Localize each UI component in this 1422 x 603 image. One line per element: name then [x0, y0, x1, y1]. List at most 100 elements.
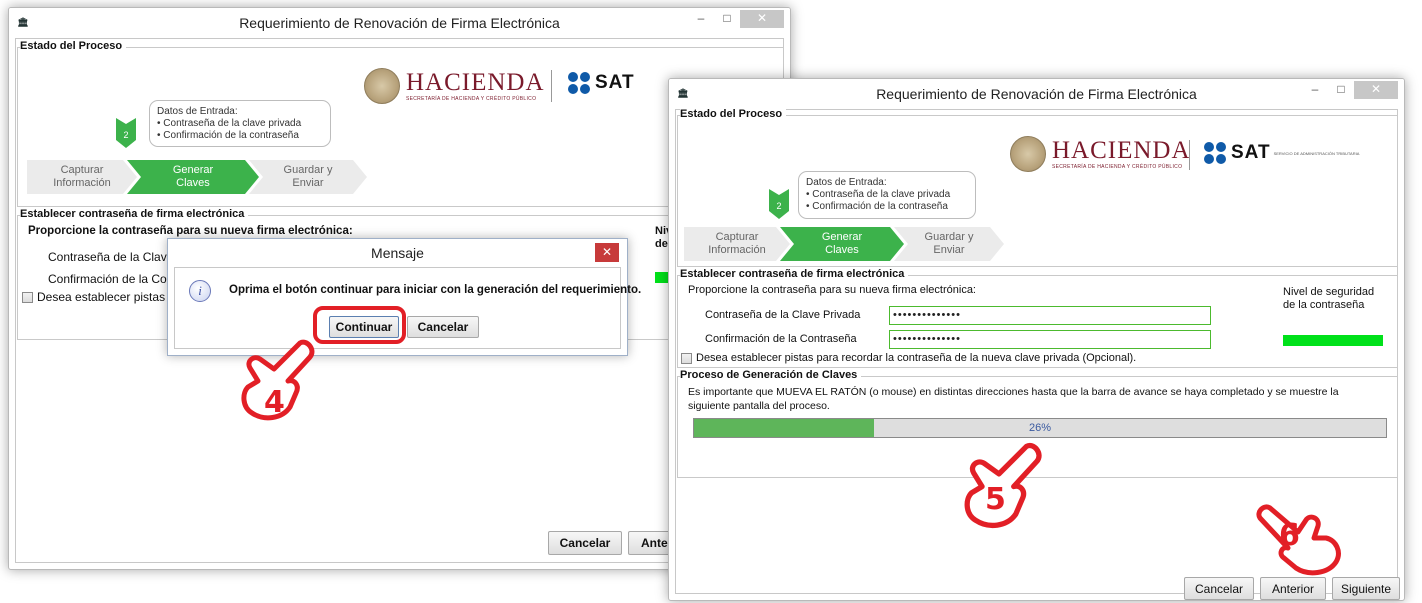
checkbox-label: Desea establecer pistas p	[37, 290, 176, 304]
cancelar-button[interactable]: Cancelar	[407, 316, 479, 338]
confirm-password-field[interactable]: ••••••••••••••	[889, 330, 1211, 349]
callout-item: Confirmación de la contraseña	[157, 130, 323, 142]
hacienda-logo: HACIENDA SECRETARÍA DE HACIENDA Y CRÉDIT…	[364, 68, 545, 104]
sat-dots-icon	[1204, 142, 1226, 164]
step-label: Guardar y	[283, 164, 333, 176]
step-generar: Generar Claves	[780, 227, 904, 261]
prompt-text: Proporcione la contraseña para su nueva …	[688, 284, 976, 296]
hacienda-subtitle: SECRETARÍA DE HACIENDA Y CRÉDITO PÚBLICO	[406, 96, 537, 102]
pistas-checkbox[interactable]: Desea establecer pistas para recordar la…	[681, 352, 1136, 364]
step-label: Información	[53, 177, 111, 189]
step-marker-icon: 2	[769, 189, 789, 219]
maximize-icon[interactable]: □	[714, 10, 740, 28]
sat-word: SAT	[595, 72, 635, 93]
nivel-label: de	[655, 238, 668, 250]
maximize-icon[interactable]: □	[1328, 81, 1354, 99]
svg-text:2: 2	[776, 201, 781, 211]
step-capturar: Capturar Información	[27, 160, 137, 194]
titlebar[interactable]: 🏛 Requerimiento de Renovación de Firma E…	[669, 79, 1404, 109]
step-label: Enviar	[292, 177, 324, 189]
close-icon[interactable]: ✕	[1354, 81, 1398, 99]
step-label: Generar	[821, 231, 863, 243]
step-guardar: Guardar y Enviar	[894, 227, 1004, 261]
step-5-label: 5	[985, 482, 1006, 517]
step-6-label: 6	[1279, 518, 1300, 553]
dialog-title[interactable]: Mensaje	[168, 239, 627, 267]
callout-item: Contraseña de la clave privada	[157, 118, 323, 130]
siguiente-button[interactable]: Siguiente	[1332, 577, 1400, 600]
label-confirm: Confirmación de la Cont	[48, 272, 177, 286]
step-label: Capturar	[60, 164, 104, 176]
sat-subtitle: SERVICIO DE ADMINISTRACIÓN TRIBUTARIA	[1273, 150, 1360, 156]
pistas-checkbox[interactable]: Desea establecer pistas p	[22, 290, 175, 304]
app-icon: 🏛	[17, 17, 29, 27]
logo-separator	[551, 70, 552, 102]
checkbox-box[interactable]	[681, 352, 692, 364]
step-label: Claves	[825, 244, 859, 256]
callout-item: Contraseña de la clave privada	[806, 189, 968, 201]
step-label: Guardar y	[924, 231, 974, 243]
anterior-button[interactable]: Anterior	[1260, 577, 1326, 600]
window-title: Requerimiento de Renovación de Firma Ele…	[876, 86, 1197, 102]
step-capturar: Capturar Información	[684, 227, 790, 261]
app-icon: 🏛	[677, 88, 689, 98]
step-label: Información	[708, 244, 766, 256]
strength-meter	[1283, 335, 1383, 346]
pointing-hand-icon	[1256, 504, 1341, 576]
label-clave: Contraseña de la Clave Privada	[705, 309, 861, 321]
label-confirm: Confirmación de la Contraseña	[705, 333, 857, 345]
step-generar: Generar Claves	[127, 160, 259, 194]
proceso-text: Es importante que MUEVA EL RATÓN (o mous…	[688, 386, 1339, 398]
establecer-legend: Establecer contraseña de firma electróni…	[20, 208, 249, 220]
checkbox-box[interactable]	[22, 291, 33, 303]
nivel-label: de la contraseña	[1283, 299, 1365, 311]
step-guardar: Guardar y Enviar	[249, 160, 367, 194]
cancel-button[interactable]: Cancelar	[1184, 577, 1254, 600]
checkbox-label: Desea establecer pistas para recordar la…	[696, 352, 1137, 364]
prompt-text: Proporcione la contraseña para su nueva …	[28, 225, 353, 237]
estado-proceso-legend: Estado del Proceso	[680, 108, 787, 120]
label-clave: Contraseña de la Clave	[48, 250, 174, 264]
step-marker-icon: 2	[116, 118, 136, 148]
sat-dots-icon	[568, 72, 590, 94]
info-icon: i	[189, 280, 211, 302]
seal-icon	[364, 68, 400, 104]
progress-bar: 26%	[693, 418, 1387, 438]
step-label: Enviar	[933, 244, 965, 256]
close-icon[interactable]: ✕	[595, 243, 619, 262]
callout-title: Datos de Entrada:	[806, 177, 887, 188]
window-title: Requerimiento de Renovación de Firma Ele…	[239, 15, 560, 31]
seal-icon	[1010, 136, 1046, 172]
strength-meter	[655, 272, 669, 283]
proceso-text: siguiente pantalla del proceso.	[688, 400, 830, 412]
establecer-panel: Establecer contraseña de firma electróni…	[677, 268, 1398, 368]
proceso-legend: Proceso de Generación de Claves	[680, 369, 862, 381]
estado-proceso-legend: Estado del Proceso	[20, 40, 127, 52]
process-steps: Capturar Información Generar Claves Guarda…	[684, 227, 1004, 261]
hacienda-logo: HACIENDA SECRETARÍA DE HACIENDA Y CRÉDIT…	[1010, 136, 1191, 172]
sat-word: SAT	[1231, 142, 1271, 163]
sat-logo: SAT	[568, 72, 635, 94]
establecer-legend: Establecer contraseña de firma electróni…	[680, 268, 909, 280]
process-steps: Capturar Información Generar Claves Guarda…	[27, 160, 367, 194]
estado-proceso-panel: Estado del Proceso HACIENDA SECRETARÍA D…	[677, 108, 1398, 267]
callout-item: Confirmación de la contraseña	[806, 201, 968, 213]
svg-text:2: 2	[123, 130, 128, 140]
step-label: Capturar	[715, 231, 759, 243]
minimize-icon[interactable]: –	[688, 10, 714, 28]
window-controls: – □ ✕	[1302, 81, 1398, 99]
close-icon[interactable]: ✕	[740, 10, 784, 28]
window-controls: – □ ✕	[688, 10, 784, 28]
cancel-button[interactable]: Cancelar	[548, 531, 622, 555]
datos-entrada-callout: Datos de Entrada: Contraseña de la clave…	[798, 171, 976, 219]
password-field[interactable]: ••••••••••••••	[889, 306, 1211, 325]
highlight-continuar	[313, 306, 406, 344]
titlebar[interactable]: 🏛 Requerimiento de Renovación de Firma E…	[9, 8, 790, 38]
step-label: Claves	[176, 177, 210, 189]
callout-title: Datos de Entrada:	[157, 106, 238, 117]
hacienda-title: HACIENDA	[406, 69, 545, 96]
dialog-message: Oprima el botón continuar para iniciar c…	[229, 284, 642, 296]
logo-separator	[1189, 140, 1190, 170]
progress-label: 26%	[1028, 422, 1052, 434]
minimize-icon[interactable]: –	[1302, 81, 1328, 99]
